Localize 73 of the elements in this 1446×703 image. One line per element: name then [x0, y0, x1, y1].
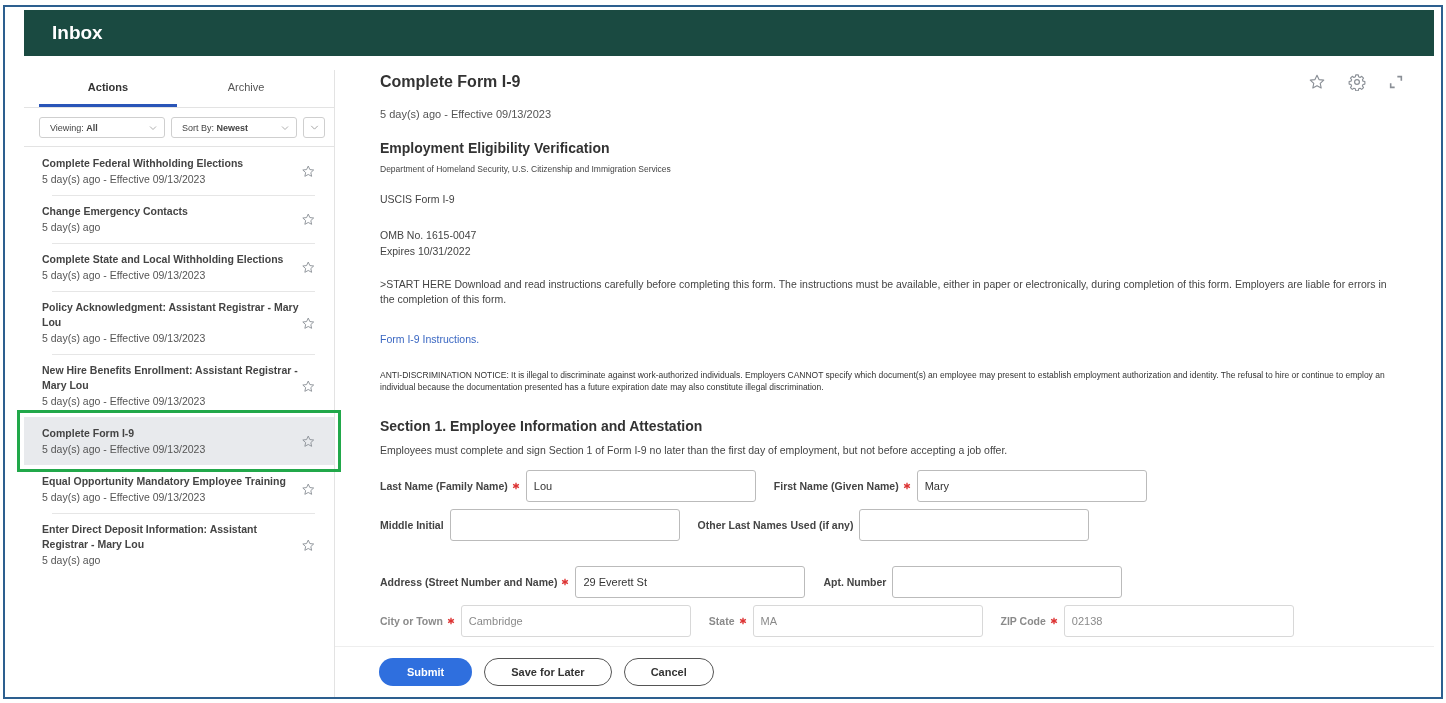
- action-button[interactable]: Cancel: [623, 658, 714, 686]
- text-field[interactable]: MA: [752, 605, 983, 637]
- inbox-item[interactable]: Complete State and Local Withholding Elections 5 day(s) ago - Effective 09/13/2023: [24, 243, 334, 291]
- field-label: First Name (Given Name): [773, 480, 899, 492]
- inbox-item[interactable]: New Hire Benefits Enrollment: Assistant Registrar - Mary Lou 5 day(s) ago - Effective 09/13/2023: [24, 354, 334, 417]
- star-icon[interactable]: [300, 537, 315, 553]
- item-subtitle: 5 day(s) ago: [42, 553, 102, 568]
- item-subtitle: 5 day(s) ago - Effective 09/13/2023: [42, 394, 207, 409]
- inbox-item[interactable]: Complete Federal Withholding Elections 5 day(s) ago - Effective 09/13/2023: [24, 147, 334, 195]
- text-field[interactable]: 29 Everett St: [575, 566, 806, 598]
- text-line: Expires 10/31/2022: [380, 244, 472, 259]
- item-title: Complete Form I-9: [42, 426, 136, 441]
- item-title: Enter Direct Deposit Information: Assistant Registrar - Mary Lou: [42, 522, 258, 552]
- form-caption: Department of Homeland Security, U.S. Citizenship and Immigration Services: [380, 164, 672, 174]
- star-icon[interactable]: [300, 482, 315, 497]
- item-subtitle: 5 day(s) ago - Effective 09/13/2023: [42, 331, 207, 346]
- field-label: Middle Initial: [380, 519, 444, 531]
- item-title: New Hire Benefits Enrollment: Assistant Registrar - Mary Lou: [42, 363, 299, 393]
- item-title: Complete Federal Withholding Elections: [42, 156, 245, 171]
- text-field[interactable]: Lou: [525, 470, 756, 502]
- page-title: Inbox: [52, 22, 103, 44]
- field-label: State: [708, 615, 735, 627]
- settings-icon[interactable]: [1348, 73, 1366, 91]
- inbox-item[interactable]: Equal Opportunity Mandatory Employee Training 5 day(s) ago - Effective 09/13/2023: [24, 465, 334, 513]
- paragraph: >START HERE Download and read instructions carefully before completing this form. The instructions must be available, either in paper or electronically, during completion of this form. Employers are liable for errors in the completion of this form.: [380, 277, 1388, 307]
- item-title: Equal Opportunity Mandatory Employee Training: [42, 474, 287, 489]
- text-field[interactable]: Cambridge: [460, 605, 691, 637]
- paragraph: USCIS Form I-9: [380, 192, 456, 207]
- text-field[interactable]: [892, 566, 1123, 598]
- task-meta: 5 day(s) ago - Effective 09/13/2023: [380, 108, 552, 120]
- filter-dropdown[interactable]: Viewing: All: [39, 117, 165, 138]
- inbox-item[interactable]: Complete Form I-9 5 day(s) ago - Effective 09/13/2023: [24, 417, 334, 465]
- item-subtitle: 5 day(s) ago - Effective 09/13/2023: [42, 490, 207, 505]
- field-label: ZIP Code: [1000, 615, 1046, 627]
- text-field[interactable]: [449, 509, 680, 541]
- task-title: Complete Form I-9: [380, 73, 521, 91]
- section-heading: Section 1. Employee Information and Attestation: [380, 418, 704, 434]
- star-icon[interactable]: [300, 434, 315, 449]
- star-icon[interactable]: [1308, 73, 1326, 91]
- inbox-item[interactable]: Policy Acknowledgment: Assistant Registrar - Mary Lou 5 day(s) ago - Effective 09/13/2023: [24, 291, 334, 354]
- text-field[interactable]: 02138: [1063, 605, 1294, 637]
- item-subtitle: 5 day(s) ago - Effective 09/13/2023: [42, 442, 207, 457]
- item-title: Policy Acknowledgment: Assistant Registrar - Mary Lou: [42, 300, 300, 330]
- field-label: Last Name (Family Name): [380, 480, 508, 492]
- field-label: Address (Street Number and Name): [380, 576, 558, 588]
- item-subtitle: 5 day(s) ago: [42, 220, 102, 235]
- instructions-link[interactable]: Form I-9 Instructions.: [380, 333, 480, 345]
- item-title: Complete State and Local Withholding Elections: [42, 252, 285, 267]
- action-button[interactable]: Save for Later: [484, 658, 612, 686]
- field-label: Other Last Names Used (if any): [697, 519, 854, 531]
- expand-icon[interactable]: [1388, 74, 1404, 90]
- star-icon[interactable]: [300, 315, 315, 331]
- inbox-item[interactable]: Enter Direct Deposit Information: Assistant Registrar - Mary Lou 5 day(s) ago: [24, 513, 334, 576]
- text-line: OMB No. 1615-0047: [380, 228, 478, 243]
- field-label: Apt. Number: [823, 576, 887, 588]
- star-icon[interactable]: [300, 260, 315, 275]
- star-icon[interactable]: [300, 378, 315, 394]
- paragraph: Employees must complete and sign Section 1 of Form I-9 no later than the first day of employment, but not before accepting a job offer.: [380, 443, 1009, 458]
- star-icon[interactable]: [300, 212, 315, 227]
- filter-dropdown[interactable]: Sort By: Newest: [171, 117, 297, 138]
- field-label: City or Town: [380, 615, 443, 627]
- text-field[interactable]: [859, 509, 1090, 541]
- tab[interactable]: Archive: [177, 70, 315, 107]
- item-subtitle: 5 day(s) ago - Effective 09/13/2023: [42, 172, 207, 187]
- inbox-item[interactable]: Change Emergency Contacts 5 day(s) ago: [24, 195, 334, 243]
- text-field[interactable]: Mary: [916, 470, 1147, 502]
- notice-text: ANTI-DISCRIMINATION NOTICE: It is illegal to discriminate against work-authorized individuals. Employers CANNOT specify which document(s) an employee may present to establish employment authorization and identity. The refusal to hire or continue to employ an individual because the documentation presented has a future expiration date may also constitute illegal discrimination.: [380, 369, 1386, 393]
- submit-button[interactable]: Submit: [379, 658, 473, 686]
- item-title: Change Emergency Contacts: [42, 204, 189, 219]
- form-heading: Employment Eligibility Verification: [380, 140, 611, 156]
- tab[interactable]: Actions: [39, 70, 177, 107]
- item-subtitle: 5 day(s) ago - Effective 09/13/2023: [42, 268, 207, 283]
- star-icon[interactable]: [300, 164, 315, 179]
